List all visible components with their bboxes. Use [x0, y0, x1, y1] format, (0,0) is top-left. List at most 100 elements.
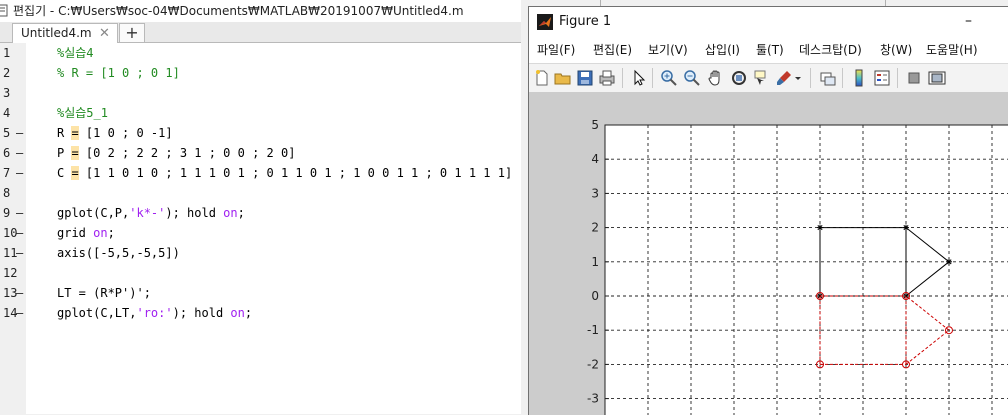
print-icon[interactable] [598, 69, 616, 87]
breakpoint-marker[interactable]: – [16, 303, 23, 323]
code-token: grid [57, 226, 94, 240]
code-token: 'ro:' [136, 306, 173, 320]
menu-insert[interactable]: 삽입(I) [705, 37, 740, 63]
legend-icon[interactable] [873, 69, 891, 87]
editor-tabbar: Untitled4.m ✕ + [0, 22, 530, 43]
code-token: axis([-5,5,-5,5]) [57, 246, 180, 260]
code-line[interactable]: 11– axis([-5,5,-5,5]) [0, 243, 530, 263]
code-token: ; [107, 226, 115, 240]
toolbar-separator [842, 68, 843, 88]
minimize-button[interactable]: – [965, 7, 972, 35]
code-line[interactable]: 10– grid on; [0, 223, 530, 243]
line-number: 7 [3, 166, 11, 180]
menu-edit[interactable]: 편집(E) [593, 37, 632, 63]
line-number: 4 [3, 106, 11, 120]
file-tab-label: Untitled4.m [21, 26, 92, 40]
brush-icon[interactable] [775, 69, 793, 87]
link-icon[interactable] [819, 69, 837, 87]
code-token: %실습5_1 [57, 106, 108, 120]
code-token: = [71, 146, 79, 160]
code-text: gplot(C,LT,'ro:'); hold on; [57, 303, 252, 323]
menu-desktop[interactable]: 데스크탑(D) [799, 37, 862, 63]
matlab-logo-icon [537, 14, 553, 30]
code-line[interactable]: 3 [0, 83, 530, 103]
code-line[interactable]: 1 %실습4 [0, 43, 530, 63]
y-tick-label: -1 [587, 323, 599, 337]
breakpoint-marker[interactable]: – [16, 283, 23, 303]
code-line[interactable]: 9– gplot(C,P,'k*-'); hold on; [0, 203, 530, 223]
code-token: on [230, 306, 245, 320]
breakpoint-marker[interactable]: – [16, 123, 23, 143]
code-text: % R = [1 0 ; 0 1] [57, 63, 180, 83]
figure-toolbar [529, 63, 1008, 93]
code-line[interactable]: 2 % R = [1 0 ; 0 1] [0, 63, 530, 83]
code-token: [1 0 ; 0 -1] [78, 126, 173, 140]
figure-menubar: 파일(F) 편집(E) 보기(V) 삽입(I) 툴(T) 데스크탑(D) 창(W… [529, 37, 1008, 63]
axes-background [604, 124, 1008, 415]
figure-canvas[interactable]: 5 4 3 2 1 0 -1 -2 -3 [529, 92, 1008, 415]
menu-view[interactable]: 보기(V) [648, 37, 688, 63]
code-line[interactable]: 14– gplot(C,LT,'ro:'); hold on; [0, 303, 530, 323]
new-figure-icon[interactable] [533, 69, 551, 87]
code-token: ); hold [172, 306, 231, 320]
menu-window[interactable]: 창(W) [880, 37, 912, 63]
code-line[interactable]: 4 %실습5_1 [0, 103, 530, 123]
code-line[interactable]: 12 [0, 263, 530, 283]
code-token: % R = [1 0 ; 0 1] [57, 66, 180, 80]
data-point-marker [903, 224, 909, 231]
figure-title: Figure 1 [559, 14, 612, 29]
code-text: %실습4 [57, 43, 94, 63]
zoom-in-icon[interactable] [660, 69, 678, 87]
toolbar-separator [897, 68, 898, 88]
code-token: C [57, 166, 72, 180]
pan-icon[interactable] [707, 69, 725, 87]
editor-app-icon [0, 4, 8, 17]
code-token: on [93, 226, 108, 240]
menu-file[interactable]: 파일(F) [537, 37, 575, 63]
code-line[interactable]: 13– LT = (R*P')'; [0, 283, 530, 303]
menu-help[interactable]: 도움말(H) [926, 37, 978, 63]
line-number: 2 [3, 66, 11, 80]
show-plot-tools-icon[interactable] [928, 69, 946, 87]
code-line[interactable]: 5– R = [1 0 ; 0 -1] [0, 123, 530, 143]
breakpoint-marker[interactable]: – [16, 163, 23, 183]
new-tab-button[interactable]: + [119, 23, 145, 43]
rotate-icon[interactable] [730, 69, 748, 87]
breakpoint-marker[interactable]: – [16, 223, 23, 243]
code-token: [1 1 0 1 0 ; 1 1 1 0 1 ; 0 1 1 0 1 ; 1 0… [78, 166, 513, 180]
code-token: ; [244, 306, 253, 320]
code-token: [0 2 ; 2 2 ; 3 1 ; 0 0 ; 2 0] [78, 146, 296, 160]
code-line[interactable]: 6– P = [0 2 ; 2 2 ; 3 1 ; 0 0 ; 2 0] [0, 143, 530, 163]
line-number: 12 [3, 266, 18, 280]
y-tick-label: -3 [587, 392, 599, 406]
chevron-down-icon[interactable] [793, 69, 803, 87]
menu-tools[interactable]: 툴(T) [756, 37, 784, 63]
code-text: %실습5_1 [57, 103, 108, 123]
y-tick-label: 5 [591, 118, 599, 132]
code-token: = [71, 126, 79, 140]
save-icon[interactable] [576, 69, 594, 87]
close-tab-icon[interactable]: ✕ [99, 24, 110, 43]
code-line[interactable]: 7– C = [1 1 0 1 0 ; 1 1 1 0 1 ; 0 1 1 0 1… [0, 163, 530, 183]
plot-area[interactable]: 5 4 3 2 1 0 -1 -2 -3 [529, 92, 1008, 415]
breakpoint-marker[interactable]: – [16, 143, 23, 163]
file-tab-untitled4[interactable]: Untitled4.m ✕ [12, 23, 118, 43]
hide-plot-tools-icon[interactable] [905, 69, 923, 87]
pointer-icon[interactable] [630, 69, 648, 87]
data-cursor-icon[interactable] [752, 69, 770, 87]
code-line[interactable]: 8 [0, 183, 530, 203]
zoom-out-icon[interactable] [683, 69, 701, 87]
figure-titlebar: Figure 1 – [529, 7, 1008, 37]
breakpoint-marker[interactable]: – [16, 203, 23, 223]
breakpoint-marker[interactable]: – [16, 243, 23, 263]
y-tick-label: 3 [591, 186, 599, 200]
line-number: 9 [3, 206, 11, 220]
y-tick-label: -2 [587, 357, 599, 371]
code-token: P [57, 146, 72, 160]
colorbar-icon[interactable] [850, 69, 868, 87]
code-text: grid on; [57, 223, 115, 243]
open-file-icon[interactable] [554, 69, 572, 87]
code-text: LT = (R*P')'; [57, 283, 151, 303]
code-editor[interactable]: 1 %실습4 2 % R = [1 0 ; 0 1] 3 4 %실습5_1 5– R = [1 … [0, 43, 530, 414]
toolbar-separator [622, 68, 623, 88]
